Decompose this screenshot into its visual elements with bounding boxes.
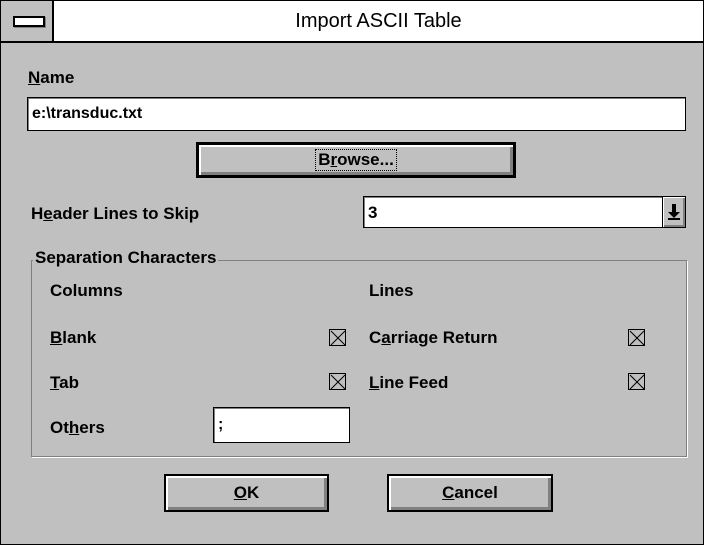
columns-heading: Columns bbox=[50, 281, 123, 300]
checkbox-x-icon bbox=[629, 330, 645, 346]
checkbox-x-icon bbox=[330, 330, 346, 346]
system-menu-button[interactable] bbox=[1, 1, 54, 41]
blank-checkbox[interactable] bbox=[329, 329, 346, 346]
blank-label: Blank bbox=[50, 328, 97, 347]
import-ascii-dialog: Import ASCII Table Name Browse... Header… bbox=[0, 0, 704, 545]
name-input[interactable] bbox=[27, 97, 686, 131]
dropdown-arrow-button[interactable] bbox=[662, 197, 685, 227]
system-menu-icon bbox=[13, 16, 45, 27]
checkbox-x-icon bbox=[330, 374, 346, 390]
carriage-return-checkbox[interactable] bbox=[628, 329, 645, 346]
line-feed-checkbox[interactable] bbox=[628, 373, 645, 390]
header-lines-select[interactable]: 3 bbox=[363, 196, 686, 228]
name-label: Name bbox=[28, 68, 75, 87]
separation-group-label: Separation Characters bbox=[33, 248, 219, 268]
title-bar: Import ASCII Table bbox=[1, 1, 703, 43]
separation-group bbox=[31, 260, 687, 457]
tab-label: Tab bbox=[50, 373, 79, 392]
browse-button-label: Browse... bbox=[315, 149, 397, 171]
window-title: Import ASCII Table bbox=[295, 10, 462, 32]
line-feed-label: Line Feed bbox=[369, 373, 449, 392]
cancel-button[interactable]: Cancel bbox=[387, 474, 553, 512]
checkbox-x-icon bbox=[629, 374, 645, 390]
tab-checkbox[interactable] bbox=[329, 373, 346, 390]
others-label: Others bbox=[50, 418, 105, 437]
others-input[interactable] bbox=[213, 407, 350, 443]
header-lines-value: 3 bbox=[368, 202, 378, 222]
carriage-return-label: Carriage Return bbox=[369, 328, 498, 347]
lines-heading: Lines bbox=[369, 281, 414, 300]
header-lines-label: Header Lines to Skip bbox=[31, 204, 200, 223]
arrow-down-icon bbox=[668, 204, 680, 220]
browse-button[interactable]: Browse... bbox=[196, 142, 516, 178]
cancel-button-label: Cancel bbox=[442, 483, 498, 502]
ok-button[interactable]: OK bbox=[164, 474, 329, 512]
ok-button-label: OK bbox=[233, 483, 260, 502]
